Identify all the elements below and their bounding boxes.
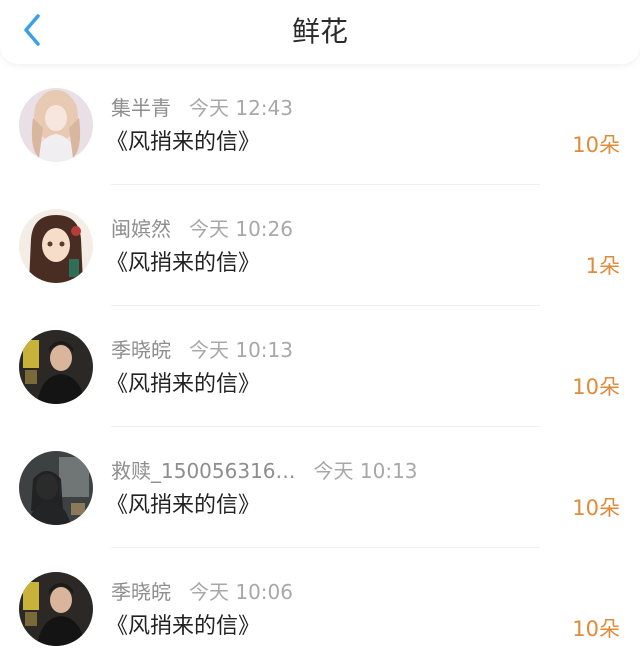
top-bar: 鲜花 [0, 0, 640, 64]
timestamp: 今天 10:13 [313, 459, 418, 483]
flower-count: 1朵 [585, 254, 620, 278]
avatar[interactable] [19, 330, 93, 404]
timestamp: 今天 12:43 [189, 96, 293, 120]
flower-count: 10朵 [572, 133, 620, 157]
sender-name[interactable]: 集半青 [111, 93, 171, 123]
list-item[interactable]: 集半青 今天 12:43 《风捎来的信》 10朵 [0, 64, 640, 185]
list-item[interactable]: 季晓皖 今天 10:06 《风捎来的信》 10朵 [0, 548, 640, 669]
avatar[interactable] [19, 88, 93, 162]
sender-name[interactable]: 季晓皖 [111, 577, 171, 607]
book-title[interactable]: 《风捎来的信》 [106, 126, 260, 160]
flower-list: 集半青 今天 12:43 《风捎来的信》 10朵 闽嫔然 今天 10:26 《风捎来… [0, 64, 640, 669]
book-title[interactable]: 《风捎来的信》 [106, 489, 260, 523]
list-item[interactable]: 闽嫔然 今天 10:26 《风捎来的信》 1朵 [0, 185, 640, 306]
sender-name[interactable]: 闽嫔然 [111, 214, 171, 244]
avatar[interactable] [19, 451, 93, 525]
page-title: 鲜花 [291, 15, 348, 48]
list-item[interactable]: 救赎_150056316… 今天 10:13 《风捎来的信》 10朵 [0, 427, 640, 548]
avatar[interactable] [19, 572, 93, 646]
item-meta: 救赎_150056316… 今天 10:13 [111, 456, 418, 486]
flower-count: 10朵 [572, 496, 620, 520]
item-meta: 季晓皖 今天 10:06 [111, 577, 293, 607]
timestamp: 今天 10:13 [189, 338, 293, 362]
flower-count: 10朵 [572, 617, 620, 641]
sender-name[interactable]: 救赎_150056316… [111, 456, 296, 486]
book-title[interactable]: 《风捎来的信》 [106, 610, 260, 644]
timestamp: 今天 10:06 [189, 580, 293, 604]
timestamp: 今天 10:26 [189, 217, 293, 241]
sender-name[interactable]: 季晓皖 [111, 335, 171, 365]
list-item[interactable]: 季晓皖 今天 10:13 《风捎来的信》 10朵 [0, 306, 640, 427]
flower-count: 10朵 [572, 375, 620, 399]
avatar[interactable] [19, 209, 93, 283]
book-title[interactable]: 《风捎来的信》 [106, 368, 260, 402]
item-meta: 季晓皖 今天 10:13 [111, 335, 293, 365]
book-title[interactable]: 《风捎来的信》 [106, 247, 260, 281]
item-meta: 闽嫔然 今天 10:26 [111, 214, 293, 244]
item-meta: 集半青 今天 12:43 [111, 93, 293, 123]
